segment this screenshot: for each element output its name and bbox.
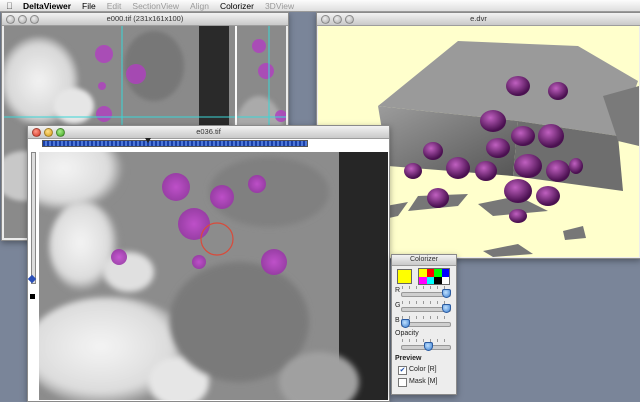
panel-title: Colorizer <box>409 256 438 263</box>
b-slider-thumb[interactable] <box>401 319 410 328</box>
window-titlebar[interactable]: e036.tif <box>28 126 389 139</box>
vertical-zoom-slider[interactable] <box>31 152 36 284</box>
palette-color-0[interactable] <box>419 269 427 277</box>
b-label: B <box>395 317 400 324</box>
menu-app-name[interactable]: DeltaViewer <box>23 1 71 11</box>
menu-edit[interactable]: Edit <box>107 1 122 11</box>
slice-window-e036: e036.tif <box>27 125 390 402</box>
window-title: e.dvr <box>470 14 487 23</box>
color-palette[interactable] <box>418 268 450 285</box>
color-checkbox[interactable]: ✔ <box>398 366 407 375</box>
colorizer-panel: Colorizer R G B Opacity Preview ✔ Color … <box>391 254 457 395</box>
slice-image-canvas[interactable] <box>39 152 388 400</box>
r-slider-thumb[interactable] <box>442 289 451 298</box>
g-slider-thumb[interactable] <box>442 304 451 313</box>
slice-slider-thumb[interactable] <box>144 138 151 143</box>
palette-color-4[interactable] <box>419 276 427 284</box>
palette-color-2[interactable] <box>434 269 442 277</box>
panel-titlebar[interactable]: Colorizer <box>392 255 456 266</box>
slice-position-slider[interactable] <box>42 140 308 147</box>
opacity-label: Opacity <box>395 330 419 337</box>
menu-sectionview[interactable]: SectionView <box>132 1 179 11</box>
g-slider-ticks <box>402 301 448 304</box>
g-label: G <box>395 302 401 309</box>
menu-colorizer[interactable]: Colorizer <box>220 1 254 11</box>
r-slider-ticks <box>402 286 448 289</box>
palette-color-7[interactable] <box>441 276 449 284</box>
preview-label: Preview <box>395 355 422 362</box>
mask-checkbox-label: Mask [M] <box>409 378 438 385</box>
window-title: e000.tif (231x161x100) <box>106 14 184 23</box>
menu-3dview[interactable]: 3DView <box>265 1 294 11</box>
palette-color-3[interactable] <box>441 269 449 277</box>
palette-color-5[interactable] <box>426 276 434 284</box>
color-indicator <box>30 294 35 299</box>
current-color-swatch[interactable] <box>397 269 412 284</box>
opacity-slider-thumb[interactable] <box>423 342 433 351</box>
color-checkbox-label: Color [R] <box>409 366 437 373</box>
window-titlebar[interactable]: e.dvr <box>317 13 640 26</box>
window-title: e036.tif <box>196 127 221 136</box>
palette-color-6[interactable] <box>434 276 442 284</box>
microscopy-slice-image <box>39 152 388 400</box>
menu-file[interactable]: File <box>82 1 96 11</box>
mask-checkbox[interactable] <box>398 378 407 387</box>
menu-bar:  DeltaViewer File Edit SectionView Alig… <box>0 0 640 12</box>
r-label: R <box>395 287 401 294</box>
window-titlebar[interactable]: e000.tif (231x161x100) <box>2 13 288 26</box>
menu-align[interactable]: Align <box>190 1 209 11</box>
palette-color-1[interactable] <box>426 269 434 277</box>
apple-menu-icon[interactable]:  <box>6 1 16 11</box>
